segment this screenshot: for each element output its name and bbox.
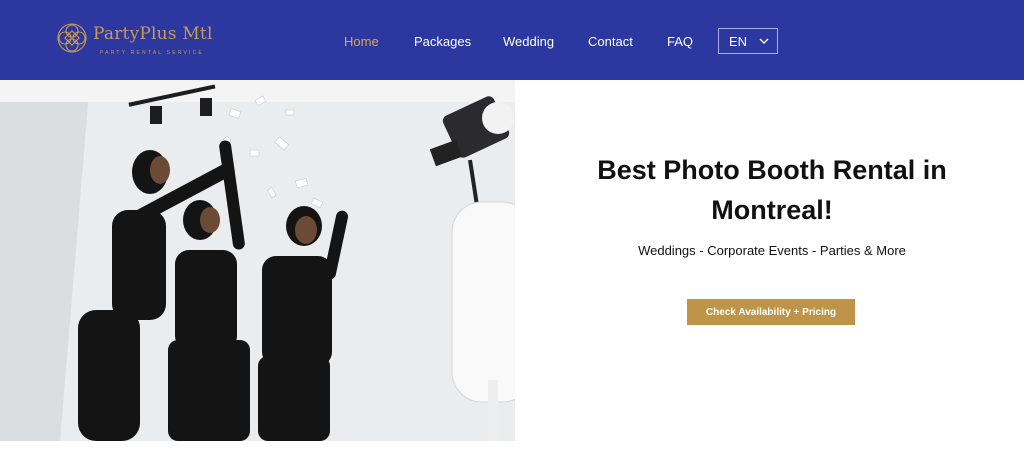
hero-photo-illustration [0,80,515,441]
nav-item-contact[interactable]: Contact [588,34,633,49]
check-availability-button[interactable]: Check Availability + Pricing [687,299,855,325]
hero-photo [0,80,515,441]
nav-item-wedding[interactable]: Wedding [503,34,554,49]
language-selected: EN [729,34,748,49]
site-header: PartyPlus Mtl PARTY RENTAL SERVICE Home … [0,0,1024,80]
nav-item-faq[interactable]: FAQ [667,34,693,49]
nav-item-home[interactable]: Home [344,34,379,49]
nav-item-packages[interactable]: Packages [414,34,471,49]
hero-title: Best Photo Booth Rental in Montreal! [597,155,947,225]
main-nav: Home Packages Wedding Contact FAQ [0,0,1024,80]
hero-subtitle: Weddings - Corporate Events - Parties & … [638,243,906,258]
chevron-down-icon [759,38,769,44]
language-selector[interactable]: EN [718,28,778,54]
